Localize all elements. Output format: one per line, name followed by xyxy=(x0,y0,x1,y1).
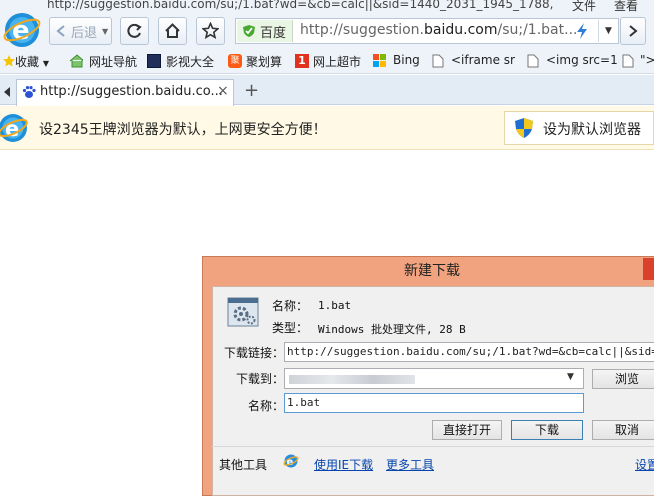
page-icon xyxy=(527,54,539,68)
uac-shield-icon xyxy=(515,118,533,138)
juhuasuan-icon: 聚 xyxy=(228,54,242,68)
cancel-button[interactable]: 取消 xyxy=(592,420,654,440)
page-icon xyxy=(622,54,634,68)
window-title: http://suggestion.baidu.com/su;/1.bat?wd… xyxy=(47,0,554,11)
star-icon xyxy=(202,22,219,39)
bookmark-favorites[interactable]: 收藏 ▼ xyxy=(15,53,49,70)
shield-check-icon xyxy=(243,25,255,37)
settings-link[interactable]: 设置 xyxy=(635,456,654,473)
other-tools-label: 其他工具 xyxy=(219,458,268,472)
back-label: 后退 xyxy=(71,26,98,41)
notice-message: 设2345王牌浏览器为默认，上网更安全方便！ xyxy=(39,122,327,138)
windows-logo-icon xyxy=(373,54,386,67)
open-directly-button[interactable]: 直接打开 xyxy=(432,420,502,440)
bookmark-quote[interactable]: "> xyxy=(640,53,654,67)
browser-logo-icon: e xyxy=(3,13,41,47)
address-text[interactable]: http://suggestion.baidu.com/su;/1.bat... xyxy=(300,22,577,38)
menu-file[interactable]: 文件 xyxy=(572,0,596,14)
reload-icon xyxy=(127,23,142,38)
type-value: Windows 批处理文件, 28 B xyxy=(318,323,466,336)
download-link-field[interactable]: http://suggestion.baidu.com/su;/1.bat?wd… xyxy=(284,342,654,362)
tab-title: http://suggestion.baidu.co... xyxy=(40,84,223,99)
home-icon xyxy=(165,23,180,38)
address-dropdown-icon[interactable]: ▼ xyxy=(598,20,618,42)
name-label: 名称： xyxy=(272,299,309,313)
ie-download-link[interactable]: 使用IE下载 xyxy=(314,456,373,473)
browser-logo-icon: e xyxy=(0,114,28,142)
dialog-title: 新建下载 xyxy=(404,263,460,279)
bookmark-iframe[interactable]: <iframe sr xyxy=(451,53,515,67)
type-label: 类型： xyxy=(272,321,309,335)
save-path-select[interactable]: ▼ xyxy=(284,368,584,389)
baidu-paw-icon xyxy=(22,86,36,98)
more-tools-link[interactable]: 更多工具 xyxy=(386,456,434,473)
chevron-right-icon xyxy=(629,25,638,37)
filename-input[interactable]: 1.bat xyxy=(284,393,584,413)
link-label: 下载链接： xyxy=(224,346,285,360)
house-icon xyxy=(69,54,83,68)
lightning-icon[interactable] xyxy=(576,23,588,39)
ie-icon: e xyxy=(283,454,299,468)
download-button[interactable]: 下载 xyxy=(511,420,583,440)
browse-button[interactable]: 浏览 xyxy=(592,369,654,389)
tab-close-icon[interactable]: × xyxy=(217,83,229,99)
dialog-divider xyxy=(212,446,654,447)
chevron-down-icon: ▼ xyxy=(567,372,574,382)
name-value: 1.bat xyxy=(318,299,352,312)
tab-scroll-left-icon[interactable] xyxy=(2,86,12,98)
save-path-value-redacted xyxy=(289,375,415,384)
new-tab-button[interactable]: + xyxy=(244,80,259,101)
favorites-star-icon xyxy=(3,55,15,67)
search-engine-label: 百度 xyxy=(260,26,287,41)
bookmark-video[interactable]: 影视大全 xyxy=(166,53,214,70)
film-icon xyxy=(147,54,161,68)
back-arrow-icon xyxy=(56,25,65,37)
bookmark-shop[interactable]: 网上超市 xyxy=(313,53,361,70)
bookmark-img[interactable]: <img src=1 xyxy=(546,53,618,67)
saveto-label: 下载到： xyxy=(236,372,285,386)
back-dropdown-icon[interactable]: ▼ xyxy=(102,27,108,36)
batch-file-icon xyxy=(227,297,259,327)
menu-view[interactable]: 查看 xyxy=(614,0,638,14)
bookmark-nav[interactable]: 网址导航 xyxy=(89,53,137,70)
set-default-label: 设为默认浏览器 xyxy=(543,122,641,138)
bookmark-juhuasuan[interactable]: 聚划算 xyxy=(246,53,282,70)
filename-label: 名称： xyxy=(248,399,285,413)
page-icon xyxy=(432,54,444,68)
bookmark-bing[interactable]: Bing xyxy=(393,53,420,67)
dialog-close-button[interactable] xyxy=(643,258,654,280)
shop-icon: 1 xyxy=(295,54,309,68)
